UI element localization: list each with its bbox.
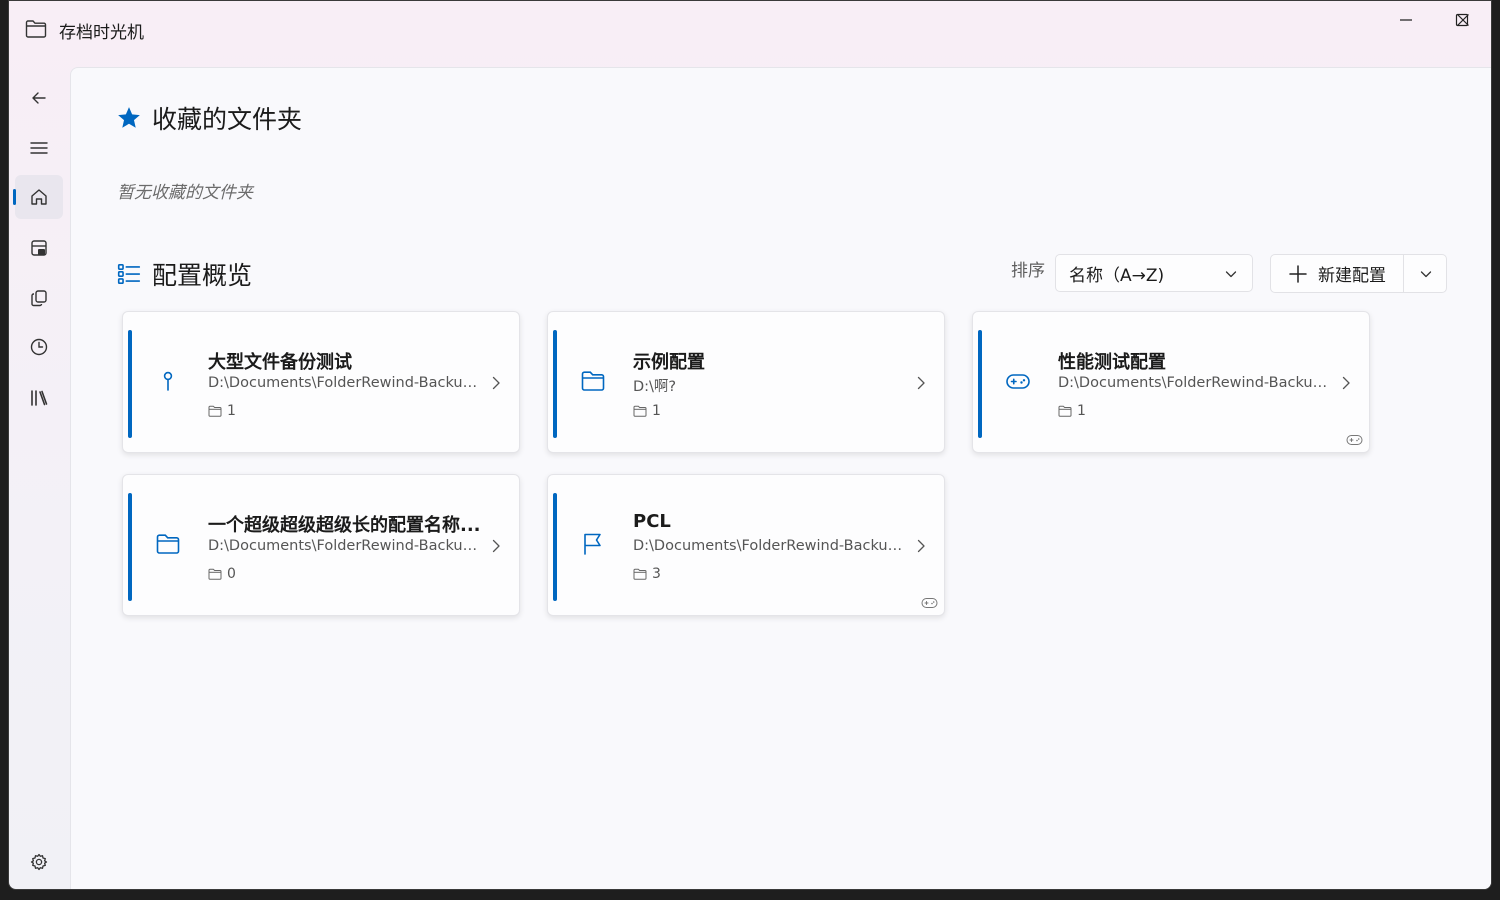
gamepad-badge-icon (1346, 435, 1363, 445)
chevron-right-icon (1342, 376, 1350, 390)
nav-item-history[interactable] (15, 325, 63, 369)
config-card[interactable]: 性能测试配置 D:\Documents\FolderRewind-Backup\.… (972, 311, 1370, 453)
config-path: D:\Documents\FolderRewind-Backup\... (208, 538, 480, 554)
folder-icon (208, 568, 222, 580)
folder-count-value: 0 (227, 566, 236, 582)
folder-count: 1 (208, 403, 236, 419)
folder-icon (578, 366, 608, 396)
plus-icon (1289, 264, 1307, 283)
nav-item-library[interactable] (15, 376, 63, 420)
pin-icon (153, 366, 183, 396)
close-icon (1457, 14, 1469, 26)
nav-item-home[interactable] (13, 175, 63, 219)
folder-icon (153, 529, 183, 559)
app-title: 存档时光机 (59, 23, 144, 43)
config-path: D:\Documents\FolderRewind-Backup\... (633, 538, 905, 554)
card-accent-bar (553, 493, 557, 601)
sort-dropdown[interactable]: 名称（A→Z) (1055, 254, 1253, 292)
config-card[interactable]: 大型文件备份测试 D:\Documents\FolderRewind-Backup… (122, 311, 520, 453)
close-button[interactable] (1435, 1, 1491, 39)
config-card[interactable]: 示例配置 D:\啊? 1 (547, 311, 945, 453)
home-icon (31, 189, 47, 205)
folder-count: 1 (1058, 403, 1086, 419)
config-card[interactable]: PCL D:\Documents\FolderRewind-Backup\... 3 (547, 474, 945, 616)
sort-label: 排序 (1011, 261, 1045, 281)
gear-icon (30, 853, 48, 871)
chevron-down-icon (1225, 271, 1237, 278)
new-config-button[interactable]: 新建配置 (1271, 255, 1403, 292)
config-path: D:\啊? (633, 379, 677, 395)
flag-icon (578, 529, 608, 559)
folder-count: 1 (633, 403, 661, 419)
clock-icon (30, 338, 48, 356)
list-icon (117, 263, 141, 285)
folder-count: 0 (208, 566, 236, 582)
drive-icon (31, 240, 47, 256)
chevron-right-icon (492, 376, 500, 390)
chevron-down-icon (1420, 270, 1431, 277)
nav-item-backup[interactable] (15, 226, 63, 270)
folder-icon (25, 20, 47, 38)
copy-icon (31, 290, 47, 307)
favorites-title: 收藏的文件夹 (152, 105, 303, 134)
nav-item-settings[interactable] (15, 840, 63, 884)
config-name: 一个超级超级超级长的配置名称... (208, 515, 481, 536)
overview-title: 配置概览 (152, 261, 253, 290)
minimize-button[interactable] (1378, 1, 1434, 39)
selection-indicator (13, 189, 16, 205)
title-bar: 存档时光机 (9, 1, 1491, 61)
chevron-right-icon (917, 539, 925, 553)
config-path: D:\Documents\FolderRewind-Backup\... (1058, 375, 1330, 391)
gamepad-icon (1003, 366, 1033, 396)
config-name: PCL (633, 511, 671, 532)
new-config-dropdown-button[interactable] (1403, 255, 1447, 292)
config-name: 示例配置 (633, 352, 705, 373)
config-name: 性能测试配置 (1058, 352, 1166, 373)
new-config-label: 新建配置 (1318, 266, 1386, 286)
library-icon (31, 390, 48, 406)
new-config-split-button: 新建配置 (1270, 254, 1447, 293)
folder-icon (633, 405, 647, 417)
favorites-empty-text: 暂无收藏的文件夹 (117, 183, 253, 203)
sort-value: 名称（A→Z) (1069, 265, 1165, 286)
folder-count-value: 1 (1077, 403, 1086, 419)
card-accent-bar (128, 493, 132, 601)
folder-icon (1058, 405, 1072, 417)
folder-count-value: 3 (652, 566, 661, 582)
folder-icon (633, 568, 647, 580)
menu-toggle-button[interactable] (15, 126, 63, 170)
card-accent-bar (128, 330, 132, 438)
back-button[interactable] (15, 76, 63, 120)
nav-item-copy[interactable] (15, 276, 63, 320)
chevron-right-icon (492, 539, 500, 553)
folder-count-value: 1 (652, 403, 661, 419)
favorites-header: 收藏的文件夹 (116, 100, 302, 136)
config-name: 大型文件备份测试 (208, 352, 352, 373)
star-icon (118, 107, 140, 128)
overview-header: 配置概览 (116, 256, 252, 292)
folder-icon (208, 405, 222, 417)
config-card[interactable]: 一个超级超级超级长的配置名称... D:\Documents\FolderRewi… (122, 474, 520, 616)
navigation-rail (9, 61, 70, 889)
chevron-right-icon (917, 376, 925, 390)
main-content: 收藏的文件夹 暂无收藏的文件夹 配置概览 排序 名称（A→Z) 新建配置 大型文… (70, 67, 1491, 889)
card-accent-bar (978, 330, 982, 438)
app-window: 存档时光机 收藏的文件夹 暂无收藏的文件夹 配置概览 排序 名称（A→Z) 新建… (8, 0, 1492, 890)
folder-count: 3 (633, 566, 661, 582)
hamburger-icon (30, 142, 48, 154)
minimize-icon (1400, 19, 1412, 21)
folder-count-value: 1 (227, 403, 236, 419)
gamepad-badge-icon (921, 598, 938, 608)
back-arrow-icon (32, 92, 46, 104)
config-path: D:\Documents\FolderRewind-Backup\... (208, 375, 480, 391)
card-accent-bar (553, 330, 557, 438)
